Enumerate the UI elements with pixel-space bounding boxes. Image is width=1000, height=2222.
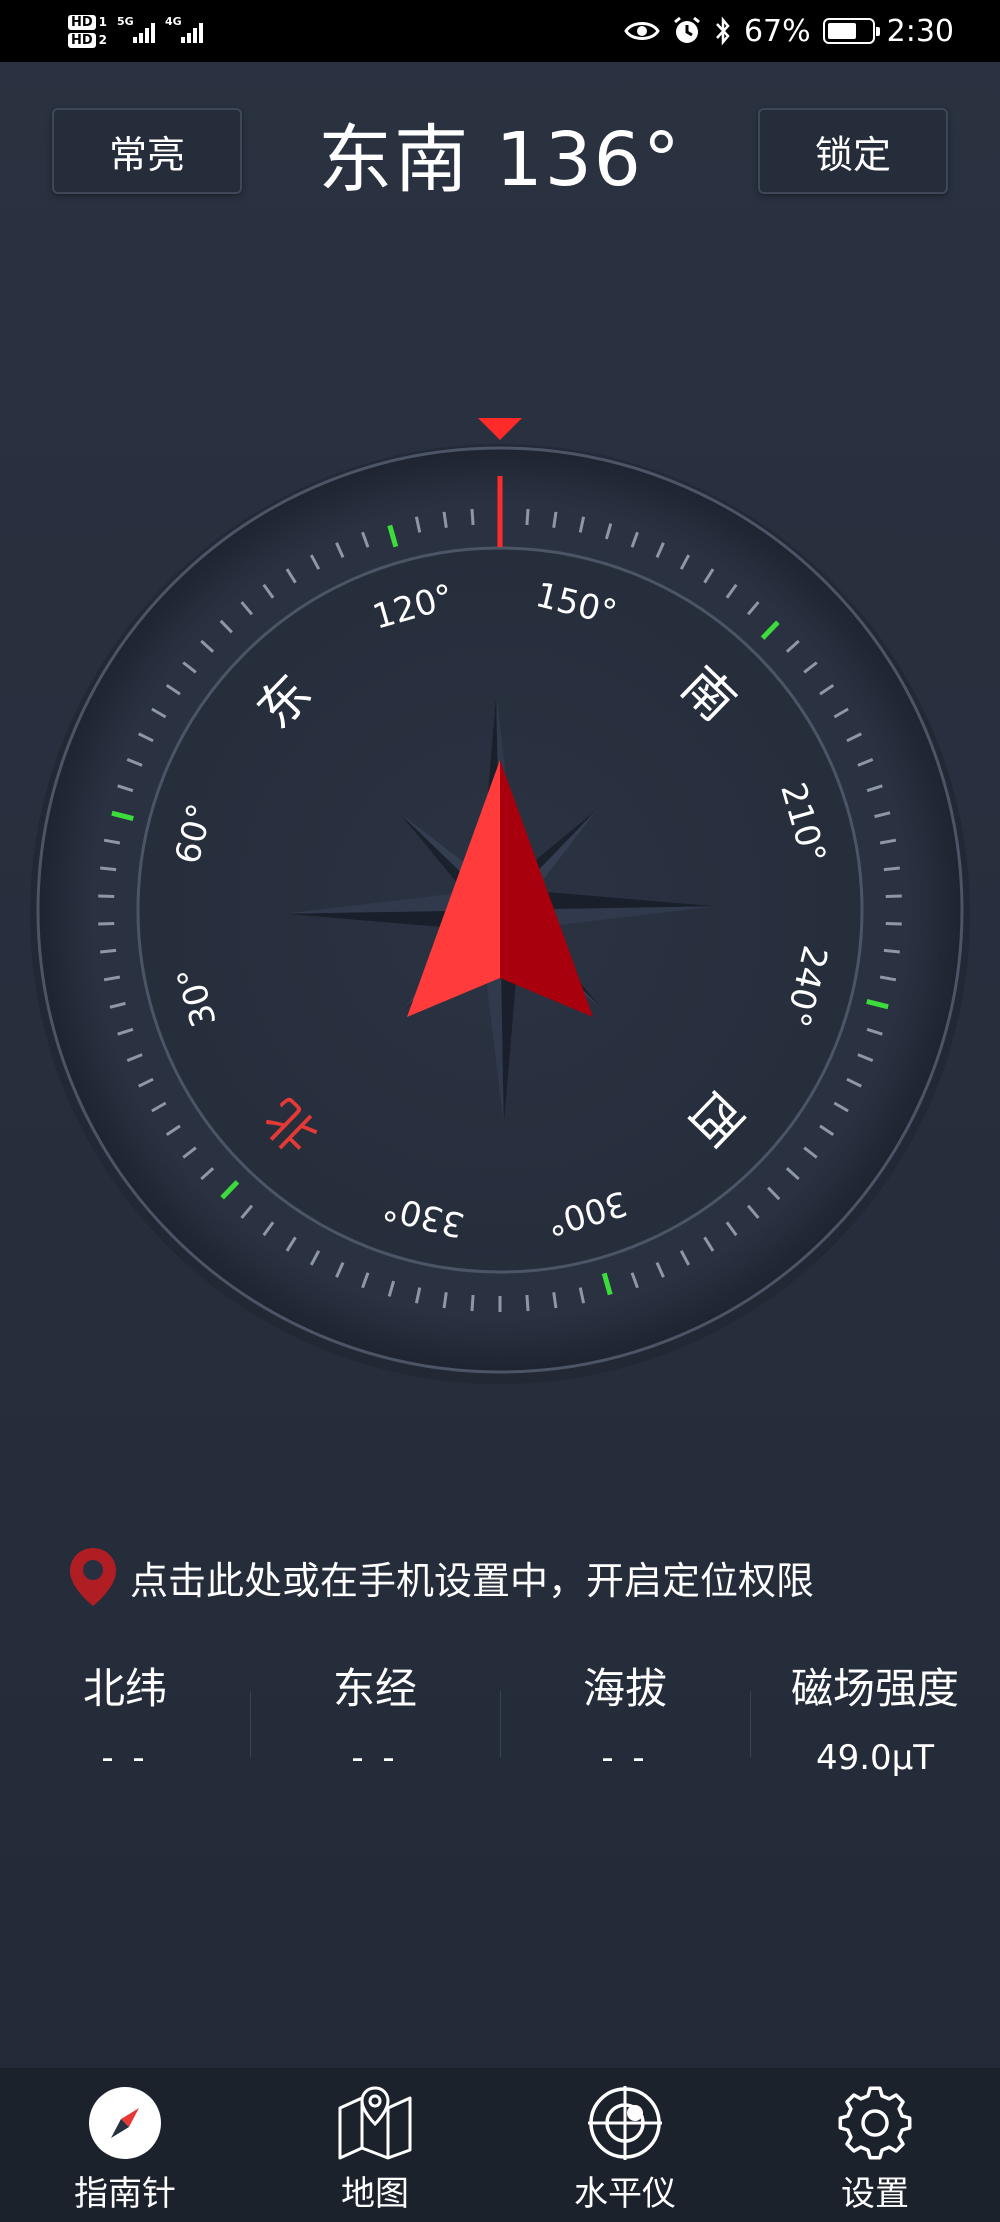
altitude-label: 海拔 [582,1664,667,1713]
nav-label-settings: 设置 [841,2174,909,2214]
heading-readout: 东南 136° [318,117,682,203]
status-left: HD 1 HD 2 5G 4G [68,14,204,48]
status-time: 2:30 [886,13,954,49]
altitude-value: - - [601,1738,649,1778]
hd-badge-2: HD [68,32,96,48]
hd-number-1: 1 [98,15,108,29]
battery-fill [827,23,856,39]
nav-item-map[interactable]: 地图 [250,2068,500,2222]
nav-label-level: 水平仪 [574,2174,676,2214]
location-pin-icon [70,1548,116,1606]
longitude-label: 东经 [332,1664,417,1713]
latitude-value: - - [101,1738,149,1778]
magnetic-field-cell: 磁场强度 49.0μT [750,1655,1000,1785]
magnetic-field-value: 49.0μT [815,1738,935,1778]
eye-icon [624,22,660,40]
map-icon [338,2086,412,2160]
status-bar: HD 1 HD 2 5G 4G 67% 2:30 [0,0,1000,62]
sensor-info-row: 北纬 - - 东经 - - 海拔 - - 磁场强度 49.0μT [0,1655,1000,1785]
magnetic-field-label: 磁场强度 [790,1664,959,1713]
tick-mark [100,948,117,954]
nav-item-compass[interactable]: 指南针 [0,2068,250,2222]
gear-outline [838,2086,912,2160]
nav-label-map: 地图 [341,2174,409,2214]
network-4g-label: 4G [165,15,182,28]
tick-mark [885,921,902,926]
longitude-cell: 东经 - - [250,1655,500,1785]
location-hint-text: 点击此处或在手机设置中，开启定位权限 [130,1558,815,1603]
gear-center [861,2109,889,2137]
bluetooth-icon [716,16,730,46]
compass-icon [89,2087,161,2159]
battery-percent: 67% [743,13,811,49]
latitude-cell: 北纬 - - [0,1655,250,1785]
keep-screen-on-button[interactable]: 常亮 [52,108,242,194]
battery-icon [822,18,880,44]
location-permission-hint[interactable]: 点击此处或在手机设置中，开启定位权限 [68,1546,960,1608]
altitude-cell: 海拔 - - [500,1655,750,1785]
tick-mark [98,894,115,899]
longitude-value: - - [351,1738,399,1778]
compass-dial[interactable]: 北东 南西30°60°120° 150°210°240°300°330° [0,400,1000,1400]
tick-mark [883,948,900,954]
tick-mark [470,1294,475,1312]
tick-mark [470,508,475,526]
bottom-nav: 指南针 地图 水平仪 设置 [0,2068,1000,2222]
network-5g-label: 5G [117,15,134,28]
status-right: 67% 2:30 [624,14,954,49]
level-icon [588,2086,662,2160]
tick-mark [525,508,530,526]
gear-icon [838,2086,912,2160]
tick-mark [100,866,117,872]
hd-indicators: HD 1 HD 2 [68,14,108,48]
alarm-icon [674,16,700,43]
nav-label-compass: 指南针 [74,2174,176,2214]
latitude-label: 北纬 [82,1664,167,1713]
tick-mark [98,921,115,926]
signal-4g-icon: 4G [165,15,204,43]
tick-mark [885,894,902,899]
hd-number-2: 2 [98,33,108,47]
tick-mark [883,866,900,872]
heading-pointer-icon [478,418,522,440]
tick-mark [525,1294,530,1312]
hd-badge-1: HD [68,14,96,30]
nav-item-level[interactable]: 水平仪 [500,2068,750,2222]
signal-5g-icon: 5G [117,15,156,43]
nav-item-settings[interactable]: 设置 [750,2068,1000,2222]
lock-button[interactable]: 锁定 [758,108,948,194]
